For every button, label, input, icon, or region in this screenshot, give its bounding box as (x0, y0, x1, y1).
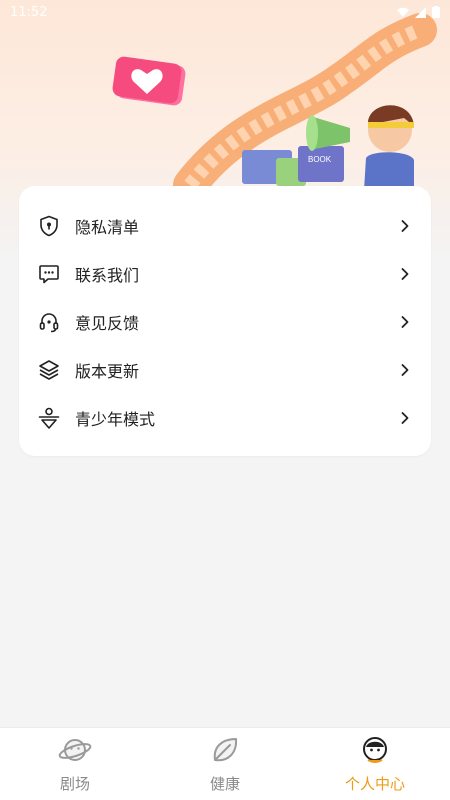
chevron-right-icon (399, 220, 411, 232)
tab-label: 健康 (209, 774, 240, 793)
leaf-icon (210, 735, 240, 769)
menu-item-label: 版本更新 (75, 362, 140, 381)
settings-menu: 隐私清单 联系我们 意见反馈 版本更新 青少年模式 (19, 186, 431, 442)
tab-label: 个人中心 (344, 774, 405, 793)
signal-icon (415, 6, 426, 18)
menu-item-label: 隐私清单 (75, 218, 140, 237)
menu-item-label: 青少年模式 (75, 410, 156, 429)
chevron-right-icon (399, 316, 411, 328)
shield-lock-icon (37, 214, 61, 238)
tab-label: 剧场 (59, 774, 90, 793)
tab-theater[interactable]: 剧场 (0, 728, 150, 800)
status-time: 11:52 (10, 4, 48, 20)
chat-icon (37, 262, 61, 286)
planet-icon (58, 735, 92, 769)
headset-icon (37, 310, 61, 334)
avatar-icon (360, 735, 390, 769)
status-bar: 11:52 (0, 0, 450, 24)
youth-mode-icon (37, 406, 61, 430)
menu-item-version-update[interactable]: 版本更新 (19, 346, 431, 394)
menu-item-label: 联系我们 (75, 266, 140, 285)
chevron-right-icon (399, 412, 411, 424)
menu-item-privacy-list[interactable]: 隐私清单 (19, 202, 431, 250)
settings-card: 隐私清单 联系我们 意见反馈 版本更新 青少年模式 (19, 186, 431, 456)
status-icons (397, 6, 440, 18)
menu-item-youth-mode[interactable]: 青少年模式 (19, 394, 431, 442)
menu-item-feedback[interactable]: 意见反馈 (19, 298, 431, 346)
svg-text:BOOK: BOOK (308, 155, 332, 164)
battery-icon (432, 6, 440, 18)
menu-item-contact-us[interactable]: 联系我们 (19, 250, 431, 298)
tab-health[interactable]: 健康 (150, 728, 300, 800)
chevron-right-icon (399, 364, 411, 376)
tab-personal-center[interactable]: 个人中心 (300, 728, 450, 800)
bottom-tab-bar: 剧场 健康 个人中心 (0, 727, 450, 800)
chevron-right-icon (399, 268, 411, 280)
layers-icon (37, 358, 61, 382)
menu-item-label: 意见反馈 (75, 314, 140, 333)
heart-bubble-icon (112, 56, 186, 106)
wifi-icon (397, 7, 409, 17)
